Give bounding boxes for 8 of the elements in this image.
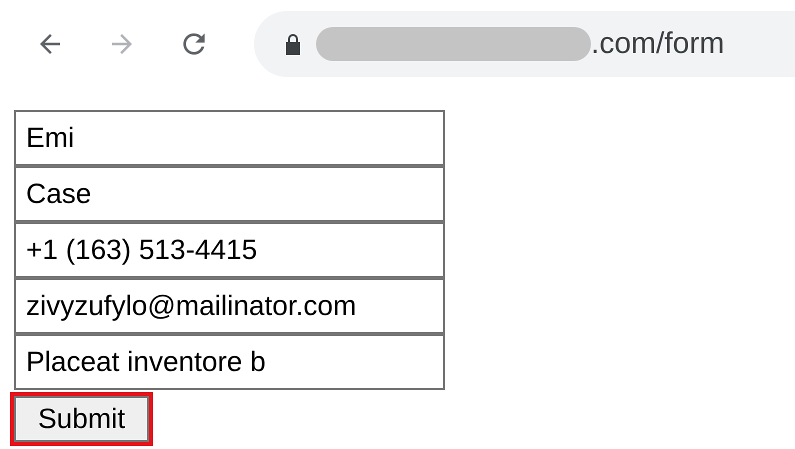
- text-field[interactable]: Case: [14, 166, 445, 222]
- text-field[interactable]: zivyzufylo@mailinator.com: [14, 278, 445, 334]
- text-field[interactable]: Emi: [14, 110, 445, 166]
- address-bar[interactable]: .com/form: [254, 11, 795, 77]
- submit-button[interactable]: Submit: [14, 396, 150, 442]
- text-field[interactable]: Placeat inventore b: [14, 334, 445, 390]
- text-field[interactable]: +1 (163) 513-4415: [14, 222, 445, 278]
- url-text: .com/form: [591, 27, 724, 61]
